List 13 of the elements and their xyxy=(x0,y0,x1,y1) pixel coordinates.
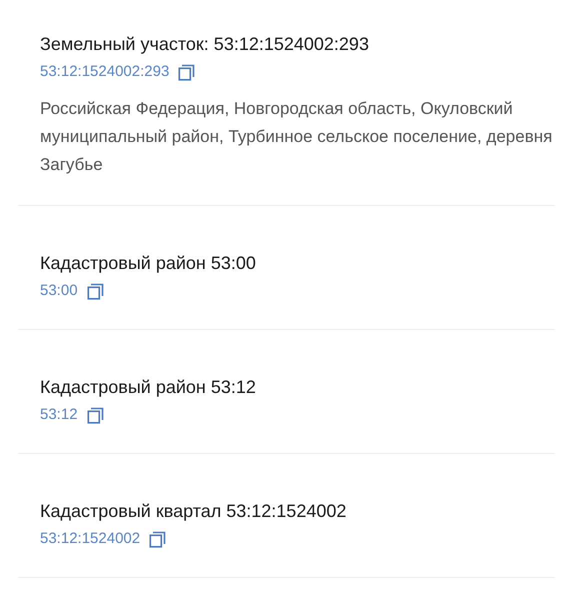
item-title: Кадастровый квартал 53:12:1524002 xyxy=(40,500,348,522)
copy-icon[interactable] xyxy=(86,282,104,300)
cadastral-number-link[interactable]: 53:00 xyxy=(40,282,78,300)
cadastral-number-link[interactable]: 53:12:1524002 xyxy=(40,530,140,548)
copy-icon[interactable] xyxy=(178,64,196,80)
cadastral-number-link[interactable]: 53:12:1524002:293 xyxy=(40,63,170,81)
item-title: Кадастровый район 53:12 xyxy=(40,376,257,398)
copy-icon[interactable] xyxy=(86,406,104,424)
item-title: Земельный участок: 53:12:1524002:293 xyxy=(40,33,370,55)
copy-icon[interactable] xyxy=(149,530,166,548)
cadastral-number-link[interactable]: 53:12 xyxy=(40,406,78,424)
item-title: Кадастровый район 53:00 xyxy=(40,252,257,274)
address-text: Российская Федерация, Новгородская область, Окуловский муниципальный район, Турбинное сельское поселение, деревня Загубье xyxy=(40,98,554,176)
